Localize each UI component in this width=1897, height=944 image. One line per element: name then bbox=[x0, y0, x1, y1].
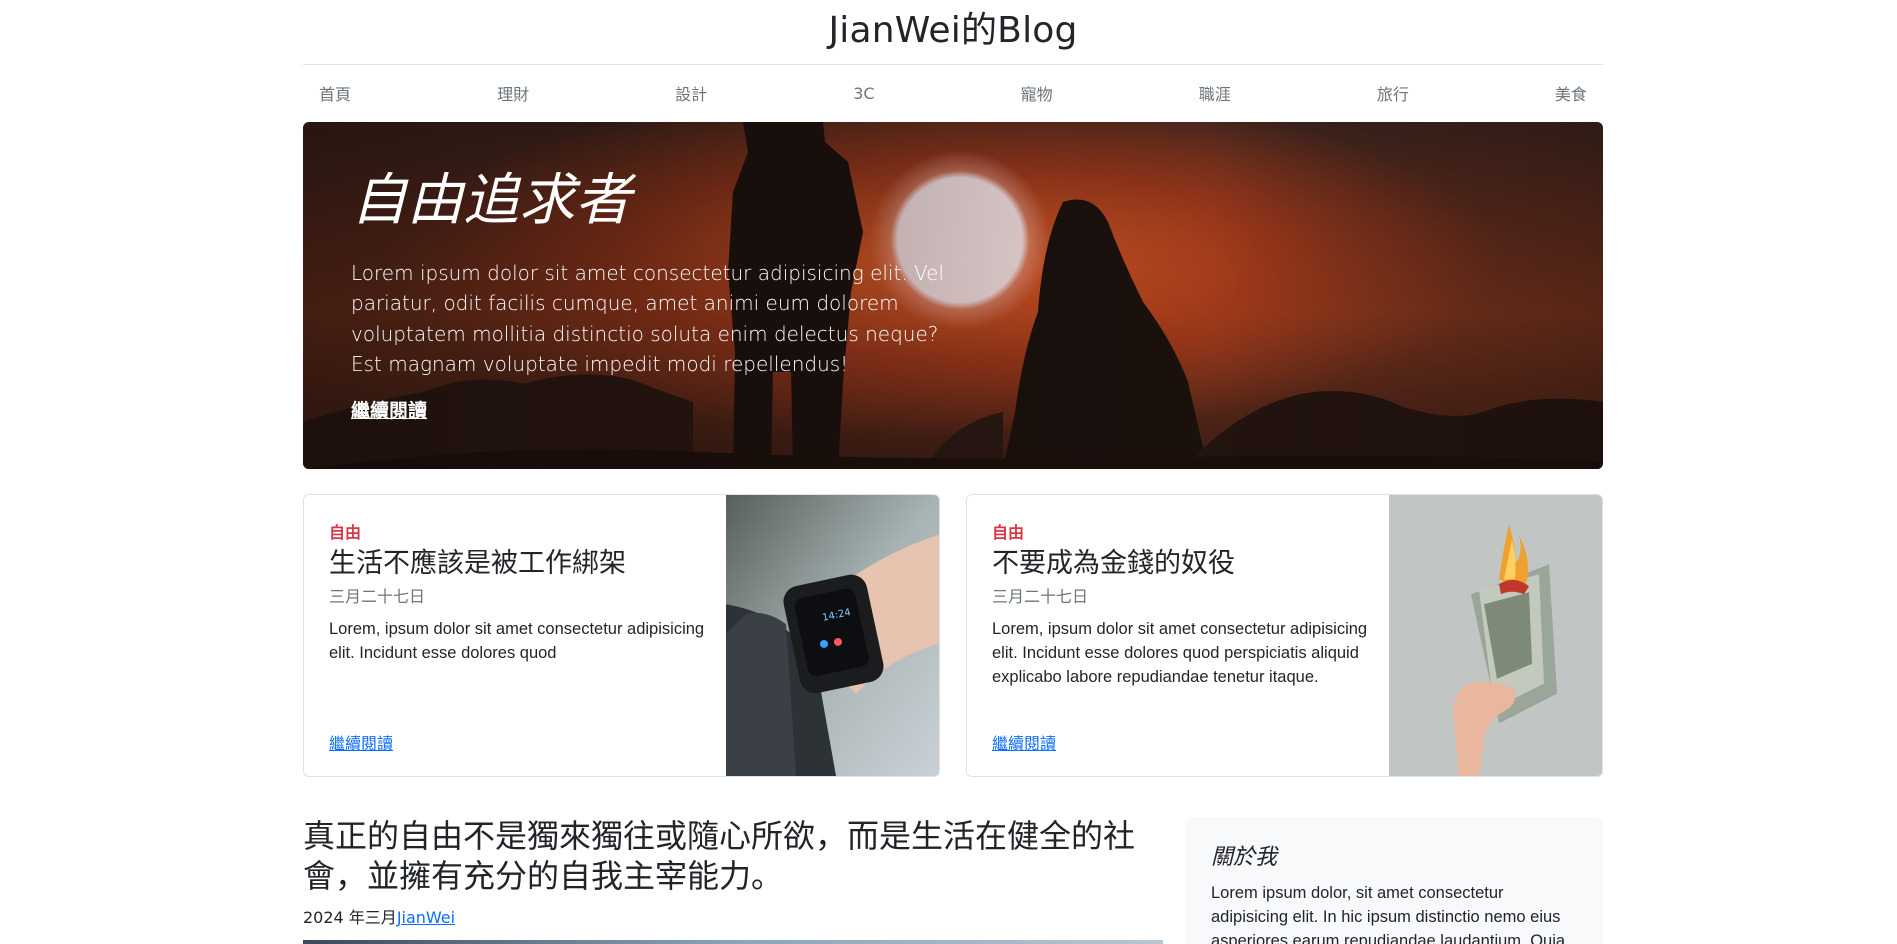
nav-item-3c[interactable]: 3C bbox=[853, 84, 874, 103]
hero-read-more-link[interactable]: 繼續閱讀 bbox=[351, 396, 427, 423]
card-text: Lorem, ipsum dolor sit amet consectetur … bbox=[992, 619, 1368, 686]
card-category: 自由 bbox=[992, 523, 1025, 542]
card-text: Lorem, ipsum dolor sit amet consectetur … bbox=[329, 619, 705, 662]
hero-text: Lorem ipsum dolor sit amet consectetur a… bbox=[351, 260, 945, 377]
post-image bbox=[303, 940, 1163, 944]
card-body: 自由 生活不應該是被工作綁架 三月二十七日 Lorem, ipsum dolor… bbox=[329, 519, 729, 754]
post-date: 2024 年三月 bbox=[303, 908, 397, 927]
nav-item-home[interactable]: 首頁 bbox=[319, 81, 351, 105]
site-header: JianWei的Blog bbox=[303, 0, 1603, 65]
hero-banner: 自由追求者 Lorem ipsum dolor sit amet consect… bbox=[303, 122, 1603, 469]
card-title: 不要成為金錢的奴役 bbox=[992, 548, 1235, 579]
nav-item-design[interactable]: 設計 bbox=[675, 81, 707, 105]
hero-title: 自由追求者 bbox=[351, 168, 631, 233]
card-read-more-link[interactable]: 繼續閱讀 bbox=[992, 730, 1056, 754]
main-nav: 首頁 理財 設計 3C 寵物 職涯 旅行 美食 bbox=[303, 65, 1603, 121]
post-title: 真正的自由不是獨來獨往或隨心所欲，而是生活在健全的社會，並擁有充分的自我主宰能力… bbox=[303, 817, 1136, 895]
featured-card: 自由 不要成為金錢的奴役 三月二十七日 Lorem, ipsum dolor s… bbox=[966, 494, 1603, 777]
nav-item-finance[interactable]: 理財 bbox=[497, 81, 529, 105]
nav-item-career[interactable]: 職涯 bbox=[1199, 81, 1231, 105]
site-title[interactable]: JianWei的Blog bbox=[828, 0, 1077, 62]
nav-item-food[interactable]: 美食 bbox=[1555, 81, 1587, 105]
nav-item-travel[interactable]: 旅行 bbox=[1377, 81, 1409, 105]
card-title: 生活不應該是被工作綁架 bbox=[329, 548, 626, 579]
card-date: 三月二十七日 bbox=[992, 586, 1089, 606]
post-author-link[interactable]: JianWei bbox=[397, 908, 455, 927]
smartwatch-image: 14:24 bbox=[726, 495, 939, 776]
featured-card: 自由 生活不應該是被工作綁架 三月二十七日 Lorem, ipsum dolor… bbox=[303, 494, 940, 777]
post-meta: 2024 年三月JianWei bbox=[303, 904, 455, 928]
about-text: Lorem ipsum dolor, sit amet consectetur … bbox=[1211, 884, 1570, 944]
burning-money-image bbox=[1389, 495, 1602, 776]
card-read-more-link[interactable]: 繼續閱讀 bbox=[329, 730, 393, 754]
card-date: 三月二十七日 bbox=[329, 586, 426, 606]
about-title: 關於我 bbox=[1211, 845, 1278, 870]
card-body: 自由 不要成為金錢的奴役 三月二十七日 Lorem, ipsum dolor s… bbox=[992, 519, 1392, 754]
card-category: 自由 bbox=[329, 523, 362, 542]
nav-item-pets[interactable]: 寵物 bbox=[1021, 81, 1053, 105]
about-sidebar: 關於我 Lorem ipsum dolor, sit amet consecte… bbox=[1186, 817, 1603, 944]
hero-content: 自由追求者 Lorem ipsum dolor sit amet consect… bbox=[351, 170, 951, 423]
